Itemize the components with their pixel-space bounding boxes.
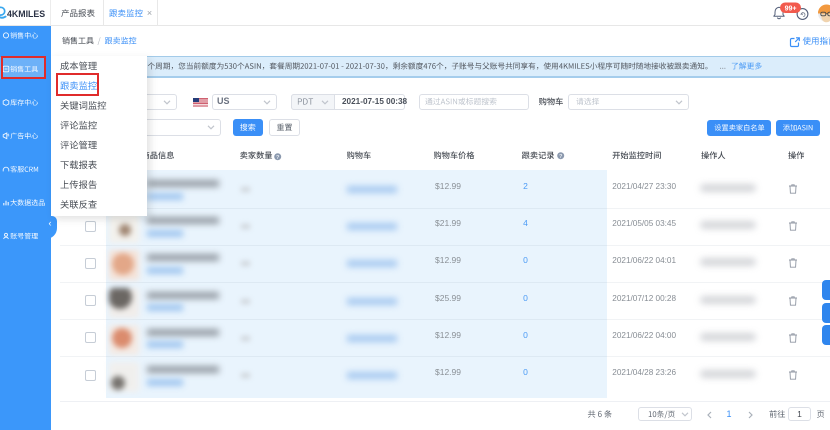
svg-text:99+: 99+ [785,5,797,12]
svg-text:?: ? [275,154,279,160]
svg-text:?: ? [559,154,563,160]
